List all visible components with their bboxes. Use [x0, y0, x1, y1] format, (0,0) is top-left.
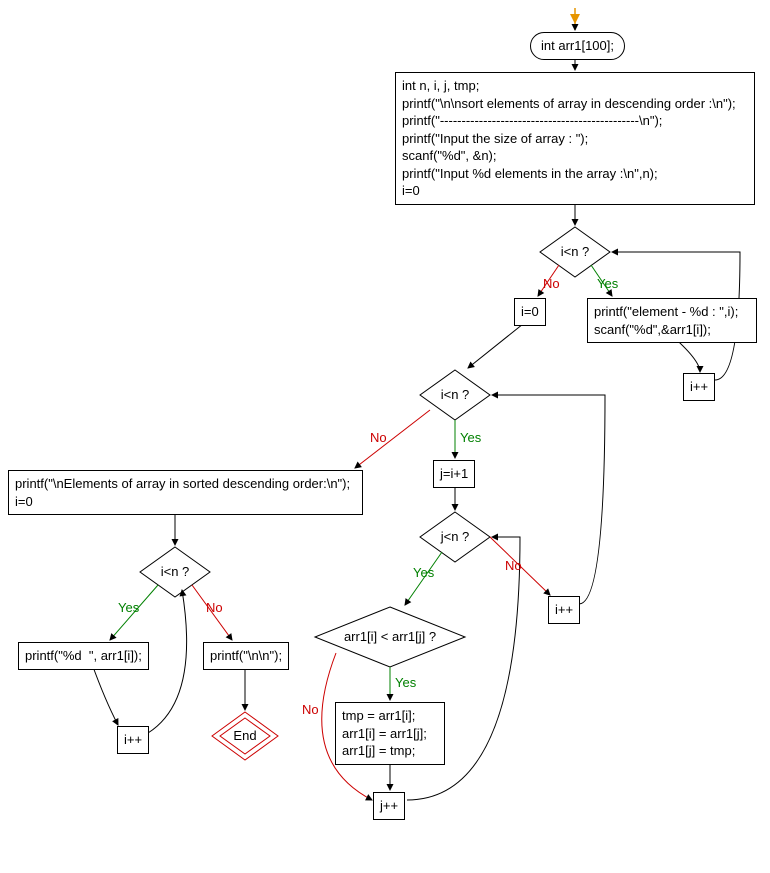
inc-i-3: i++	[117, 726, 149, 754]
cond4-text: arr1[i] < arr1[j] ?	[344, 629, 436, 644]
label-yes-4: Yes	[395, 675, 416, 690]
label-no-1: No	[543, 276, 560, 291]
start-node: int arr1[100];	[530, 32, 625, 60]
cond5-text: i<n ?	[161, 564, 190, 579]
print-header: printf("\nElements of array in sorted de…	[8, 470, 363, 515]
label-no-4: No	[302, 702, 319, 717]
cond2-text: i<n ?	[441, 387, 470, 402]
read-element-block: printf("element - %d : ",i); scanf("%d",…	[587, 298, 757, 343]
end-text: End	[233, 728, 256, 743]
print-element: printf("%d ", arr1[i]);	[18, 642, 149, 670]
reset-i: i=0	[514, 298, 546, 326]
label-no-5: No	[206, 600, 223, 615]
label-no-3: No	[505, 558, 522, 573]
inc-i-2: i++	[548, 596, 580, 624]
inc-i-1: i++	[683, 373, 715, 401]
swap-block: tmp = arr1[i]; arr1[i] = arr1[j]; arr1[j…	[335, 702, 445, 765]
init-j: j=i+1	[433, 460, 475, 488]
label-yes-3: Yes	[413, 565, 434, 580]
label-no-2: No	[370, 430, 387, 445]
cond3-text: j<n ?	[440, 529, 470, 544]
label-yes-1: Yes	[597, 276, 618, 291]
init-block: int n, i, j, tmp; printf("\n\nsort eleme…	[395, 72, 755, 205]
inc-j: j++	[373, 792, 405, 820]
cond1-text: i<n ?	[561, 244, 590, 259]
label-yes-2: Yes	[460, 430, 481, 445]
label-yes-5: Yes	[118, 600, 139, 615]
print-newlines: printf("\n\n");	[203, 642, 289, 670]
